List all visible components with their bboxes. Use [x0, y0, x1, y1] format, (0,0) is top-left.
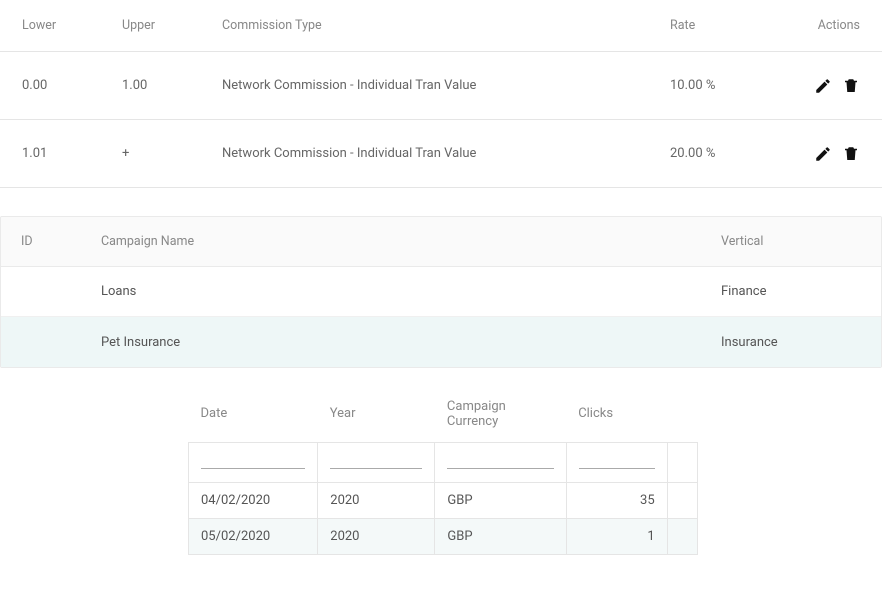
campaign-row[interactable]: Pet Insurance Insurance	[1, 317, 881, 367]
col-header-actions: Actions	[780, 18, 860, 33]
filter-clicks[interactable]	[566, 442, 667, 482]
cell-currency: GBP	[435, 518, 566, 554]
cell-rate: 10.00 %	[670, 78, 780, 93]
col-header-vertical: Vertical	[721, 234, 861, 249]
col-header-date: Date	[189, 386, 318, 442]
cell-year: 2020	[318, 482, 435, 518]
commission-row: 0.00 1.00 Network Commission - Individua…	[0, 52, 882, 120]
pencil-icon	[814, 145, 832, 163]
cell-type: Network Commission - Individual Tran Val…	[222, 78, 670, 93]
commission-table: Lower Upper Commission Type Rate Actions…	[0, 0, 882, 188]
trash-icon	[842, 77, 860, 95]
campaign-header-row: ID Campaign Name Vertical	[1, 217, 881, 267]
col-header-name: Campaign Name	[101, 234, 721, 249]
cell-blank	[667, 482, 697, 518]
campaign-row[interactable]: Loans Finance	[1, 267, 881, 317]
filter-year[interactable]	[318, 442, 435, 482]
col-header-type: Commission Type	[222, 18, 670, 33]
report-header-row: Date Year Campaign Currency Clicks	[189, 386, 698, 442]
campaign-table: ID Campaign Name Vertical Loans Finance …	[0, 216, 882, 368]
cell-upper: 1.00	[122, 78, 222, 93]
cell-lower: 1.01	[22, 146, 122, 161]
cell-blank	[667, 518, 697, 554]
cell-clicks: 1	[566, 518, 667, 554]
cell-vertical: Finance	[721, 284, 861, 299]
cell-name: Loans	[101, 284, 721, 299]
col-header-blank	[667, 386, 697, 442]
report-table: Date Year Campaign Currency Clicks 04/02…	[188, 386, 698, 555]
cell-clicks: 35	[566, 482, 667, 518]
delete-button[interactable]	[842, 77, 860, 95]
cell-currency: GBP	[435, 482, 566, 518]
col-header-upper: Upper	[122, 18, 222, 33]
col-header-lower: Lower	[22, 18, 122, 33]
col-header-currency: Campaign Currency	[435, 386, 566, 442]
cell-year: 2020	[318, 518, 435, 554]
cell-rate: 20.00 %	[670, 146, 780, 161]
cell-type: Network Commission - Individual Tran Val…	[222, 146, 670, 161]
report-filter-row	[189, 442, 698, 482]
cell-date: 05/02/2020	[189, 518, 318, 554]
delete-button[interactable]	[842, 145, 860, 163]
commission-header-row: Lower Upper Commission Type Rate Actions	[0, 0, 882, 52]
pencil-icon	[814, 77, 832, 95]
edit-button[interactable]	[814, 145, 832, 163]
filter-currency[interactable]	[435, 442, 566, 482]
edit-button[interactable]	[814, 77, 832, 95]
cell-actions	[780, 145, 860, 163]
col-header-id: ID	[21, 234, 101, 249]
report-row: 05/02/2020 2020 GBP 1	[189, 518, 698, 554]
col-header-clicks: Clicks	[566, 386, 667, 442]
report-row: 04/02/2020 2020 GBP 35	[189, 482, 698, 518]
trash-icon	[842, 145, 860, 163]
cell-name: Pet Insurance	[101, 335, 721, 350]
col-header-rate: Rate	[670, 18, 780, 33]
commission-row: 1.01 + Network Commission - Individual T…	[0, 120, 882, 188]
report-table-wrap: Date Year Campaign Currency Clicks 04/02…	[188, 386, 698, 555]
cell-lower: 0.00	[22, 78, 122, 93]
cell-vertical: Insurance	[721, 335, 861, 350]
filter-blank	[667, 442, 697, 482]
cell-upper: +	[122, 146, 222, 161]
cell-date: 04/02/2020	[189, 482, 318, 518]
cell-actions	[780, 77, 860, 95]
filter-date[interactable]	[189, 442, 318, 482]
col-header-year: Year	[318, 386, 435, 442]
